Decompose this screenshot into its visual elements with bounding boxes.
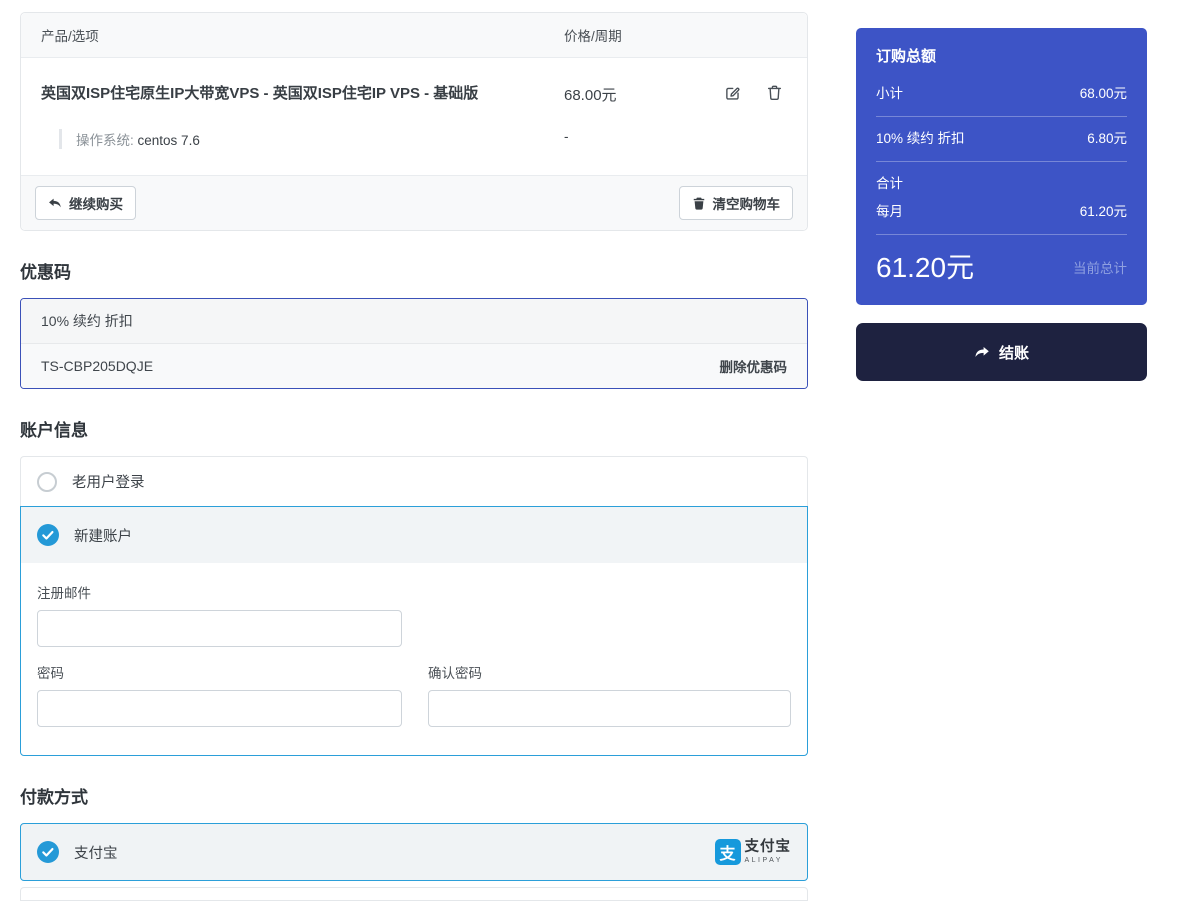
alipay-subtext: ALIPAY [744, 856, 783, 864]
password-input[interactable] [37, 690, 402, 727]
option-existing-user[interactable]: 老用户登录 [20, 456, 808, 506]
product-column-label: 产品/选项 [41, 29, 99, 44]
empty-cart-label: 清空购物车 [712, 197, 781, 212]
coupon-description: 10% 续约 折扣 [21, 299, 807, 344]
coupon-code: TS-CBP205DQJE [41, 358, 154, 374]
alipay-name: 支付宝 [744, 839, 791, 856]
summary-divider [876, 116, 1127, 117]
alipay-wordmark: 支付宝 ALIPAY [745, 840, 792, 864]
confirm-password-field-label: 确认密码 [428, 666, 482, 681]
checkout-button[interactable]: 结账 [856, 323, 1147, 381]
edit-icon [724, 84, 741, 101]
grand-total-caption: 当前总计 [1073, 261, 1127, 276]
cart-footer: 继续购买 清空购物车 [21, 175, 807, 230]
payment-method-label: 支付宝 [74, 845, 118, 862]
empty-cart-button[interactable]: 清空购物车 [678, 186, 793, 220]
cart-item: 英国双ISP住宅原生IP大带宽VPS - 英国双ISP住宅IP VPS - 基础… [21, 58, 807, 175]
cycle-label: 每月 [876, 204, 903, 219]
edit-item-button[interactable] [724, 84, 741, 101]
coupon-section-title: 优惠码 [20, 263, 71, 282]
check-circle-icon[interactable] [37, 524, 59, 546]
checkout-label: 结账 [998, 344, 1029, 362]
summary-divider [876, 161, 1127, 162]
email-field-label: 注册邮件 [37, 586, 91, 601]
cart-table-header: 产品/选项 价格/周期 [21, 13, 807, 58]
option-label: 操作系统: [76, 133, 134, 148]
summary-divider [876, 234, 1127, 235]
new-account-label: 新建账户 [74, 528, 132, 545]
subtotal-value: 68.00元 [1079, 86, 1127, 101]
discount-value: 6.80元 [1087, 131, 1127, 146]
delete-item-button[interactable] [766, 84, 783, 101]
option-text: 操作系统: centos 7.6 [76, 129, 564, 149]
coupon-box: 10% 续约 折扣 TS-CBP205DQJE 删除优惠码 [20, 298, 808, 389]
option-price: - [564, 129, 569, 144]
subtotal-label: 小计 [876, 86, 903, 101]
total-label-row: 合计 [876, 176, 1127, 192]
cart-item-row: 英国双ISP住宅原生IP大带宽VPS - 英国双ISP住宅IP VPS - 基础… [41, 84, 787, 105]
main-column: 产品/选项 价格/周期 英国双ISP住宅原生IP大带宽VPS - 英国双ISP住… [20, 12, 808, 901]
cart-card: 产品/选项 价格/周期 英国双ISP住宅原生IP大带宽VPS - 英国双ISP住… [20, 12, 808, 231]
discount-label: 10% 续约 折扣 [876, 131, 965, 146]
existing-user-label: 老用户登录 [72, 475, 145, 491]
account-panel: 老用户登录 新建账户 注册邮件 密码 确认密码 [20, 456, 808, 756]
continue-shopping-button[interactable]: 继续购买 [35, 186, 136, 220]
checkout-page: 产品/选项 价格/周期 英国双ISP住宅原生IP大带宽VPS - 英国双ISP住… [0, 0, 1186, 901]
alipay-mark-icon: 支 [714, 839, 741, 865]
total-label: 合计 [876, 176, 903, 191]
coupon-code-row: TS-CBP205DQJE 删除优惠码 [21, 344, 807, 388]
payment-option-alipay[interactable]: 支付宝 支 支付宝 ALIPAY [20, 823, 808, 881]
grand-total-row: 61.20元 当前总计 [876, 251, 1127, 285]
confirm-password-input[interactable] [428, 690, 791, 727]
forward-arrow-icon [974, 344, 990, 360]
order-summary-card: 订购总额 小计 68.00元 10% 续约 折扣 6.80元 合计 每月 61.… [856, 28, 1147, 305]
order-summary-sidebar: 订购总额 小计 68.00元 10% 续约 折扣 6.80元 合计 每月 61.… [856, 28, 1147, 381]
price-column-label: 价格/周期 [564, 29, 622, 44]
check-circle-icon[interactable] [37, 841, 59, 863]
option-new-account-block: 新建账户 注册邮件 密码 确认密码 [20, 506, 808, 756]
cycle-value: 61.20元 [1079, 204, 1127, 219]
product-price: 68.00元 [564, 87, 617, 104]
option-new-account[interactable]: 新建账户 [21, 507, 807, 563]
item-actions [724, 84, 787, 101]
item-option-row: 操作系统: centos 7.6 - [59, 129, 787, 149]
payment-section-title: 付款方式 [20, 788, 88, 807]
discount-row: 10% 续约 折扣 6.80元 [876, 131, 1127, 147]
product-title: 英国双ISP住宅原生IP大带宽VPS - 英国双ISP住宅IP VPS - 基础… [41, 85, 479, 102]
reply-arrow-icon [48, 196, 62, 210]
grand-total: 61.20元 [876, 252, 975, 283]
radio-circle-icon[interactable] [37, 471, 57, 492]
alipay-logo: 支 支付宝 ALIPAY [714, 839, 792, 865]
remove-coupon-link[interactable]: 删除优惠码 [720, 356, 788, 376]
trash-filled-icon [692, 196, 706, 210]
new-account-form: 注册邮件 密码 确认密码 [21, 563, 807, 755]
subtotal-row: 小计 68.00元 [876, 86, 1127, 102]
option-value: centos 7.6 [137, 133, 200, 148]
account-section-title: 账户信息 [20, 421, 88, 440]
cycle-row: 每月 61.20元 [876, 204, 1127, 220]
next-payment-option-stub [20, 887, 808, 901]
summary-title: 订购总额 [876, 48, 937, 65]
email-input[interactable] [37, 610, 402, 647]
password-field-label: 密码 [37, 666, 64, 681]
trash-icon [766, 84, 783, 101]
continue-shopping-label: 继续购买 [69, 197, 123, 212]
